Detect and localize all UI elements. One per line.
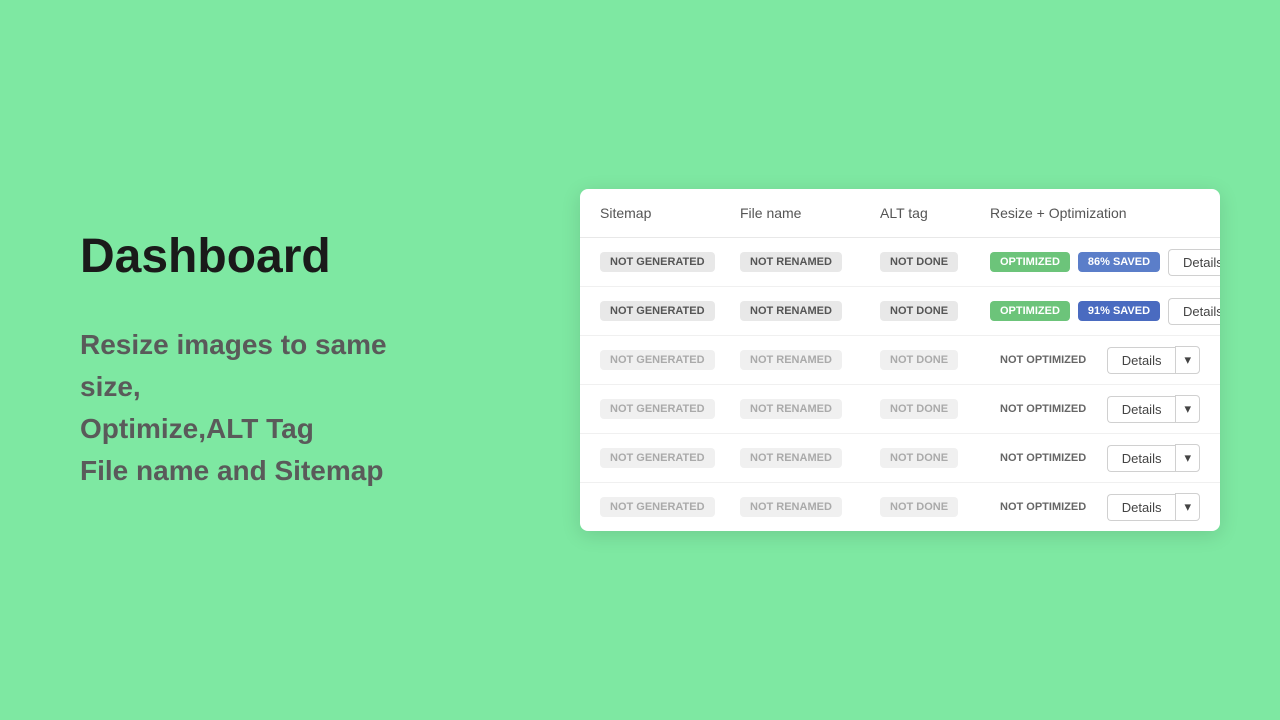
sitemap-cell: NOT GENERATED	[600, 399, 740, 419]
optimization-cell: NOT OPTIMIZED Details ▾	[990, 395, 1200, 423]
optimized-badge: OPTIMIZED	[990, 252, 1070, 272]
col-header-optimization: Resize + Optimization	[990, 205, 1200, 221]
sitemap-badge: NOT GENERATED	[600, 448, 715, 468]
col-header-alttag: ALT tag	[880, 205, 990, 221]
table-row: NOT GENERATED NOT RENAMED NOT DONE NOT O…	[580, 385, 1220, 434]
details-group: Details ▾	[1107, 493, 1200, 521]
not-optimized-badge: NOT OPTIMIZED	[990, 399, 1096, 419]
alttag-cell: NOT DONE	[880, 399, 990, 419]
filename-badge: NOT RENAMED	[740, 497, 842, 517]
alttag-cell: NOT DONE	[880, 448, 990, 468]
details-dropdown-button[interactable]: ▾	[1175, 444, 1200, 472]
sitemap-cell: NOT GENERATED	[600, 350, 740, 370]
filename-cell: NOT RENAMED	[740, 448, 880, 468]
optimization-cell: OPTIMIZED 91% SAVED Details ▾	[990, 297, 1220, 325]
subtitle-line2: Optimize,ALT Tag	[80, 413, 314, 444]
filename-cell: NOT RENAMED	[740, 350, 880, 370]
filename-cell: NOT RENAMED	[740, 399, 880, 419]
sitemap-cell: NOT GENERATED	[600, 301, 740, 321]
sitemap-badge: NOT GENERATED	[600, 350, 715, 370]
filename-badge: NOT RENAMED	[740, 252, 842, 272]
alttag-cell: NOT DONE	[880, 301, 990, 321]
table-row: NOT GENERATED NOT RENAMED NOT DONE NOT O…	[580, 336, 1220, 385]
optimized-badge: OPTIMIZED	[990, 301, 1070, 321]
alttag-cell: NOT DONE	[880, 497, 990, 517]
filename-badge: NOT RENAMED	[740, 301, 842, 321]
filename-badge: NOT RENAMED	[740, 350, 842, 370]
saved-badge: 86% SAVED	[1078, 252, 1160, 272]
details-group: Details ▾	[1107, 395, 1200, 423]
col-header-filename: File name	[740, 205, 880, 221]
details-dropdown-button[interactable]: ▾	[1175, 346, 1200, 374]
details-dropdown-button[interactable]: ▾	[1175, 493, 1200, 521]
table-row: NOT GENERATED NOT RENAMED NOT DONE NOT O…	[580, 483, 1220, 531]
filename-cell: NOT RENAMED	[740, 252, 880, 272]
details-button[interactable]: Details	[1107, 445, 1176, 472]
alttag-badge: NOT DONE	[880, 448, 958, 468]
details-group: Details ▾	[1107, 346, 1200, 374]
details-group: Details ▾	[1107, 444, 1200, 472]
dashboard-subtitle: Resize images to same size, Optimize,ALT…	[80, 324, 440, 492]
alttag-cell: NOT DONE	[880, 252, 990, 272]
details-group: Details ▾	[1168, 248, 1220, 276]
sitemap-cell: NOT GENERATED	[600, 448, 740, 468]
details-button[interactable]: Details	[1168, 249, 1220, 276]
page-title: Dashboard	[80, 229, 440, 284]
sitemap-badge: NOT GENERATED	[600, 301, 715, 321]
details-button[interactable]: Details	[1168, 298, 1220, 325]
col-header-sitemap: Sitemap	[600, 205, 740, 221]
filename-badge: NOT RENAMED	[740, 448, 842, 468]
subtitle-line1: Resize images to same size,	[80, 329, 387, 402]
filename-cell: NOT RENAMED	[740, 301, 880, 321]
alttag-badge: NOT DONE	[880, 399, 958, 419]
optimization-cell: NOT OPTIMIZED Details ▾	[990, 444, 1200, 472]
optimization-cell: NOT OPTIMIZED Details ▾	[990, 493, 1200, 521]
filename-cell: NOT RENAMED	[740, 497, 880, 517]
details-button[interactable]: Details	[1107, 347, 1176, 374]
alttag-badge: NOT DONE	[880, 350, 958, 370]
sitemap-cell: NOT GENERATED	[600, 497, 740, 517]
left-panel: Dashboard Resize images to same size, Op…	[0, 169, 520, 552]
filename-badge: NOT RENAMED	[740, 399, 842, 419]
right-panel: Sitemap File name ALT tag Resize + Optim…	[520, 169, 1280, 551]
alttag-badge: NOT DONE	[880, 497, 958, 517]
not-optimized-badge: NOT OPTIMIZED	[990, 448, 1096, 468]
table-row: NOT GENERATED NOT RENAMED NOT DONE OPTIM…	[580, 287, 1220, 336]
table-row: NOT GENERATED NOT RENAMED NOT DONE OPTIM…	[580, 238, 1220, 287]
details-dropdown-button[interactable]: ▾	[1175, 395, 1200, 423]
sitemap-badge: NOT GENERATED	[600, 252, 715, 272]
not-optimized-badge: NOT OPTIMIZED	[990, 497, 1096, 517]
optimization-cell: OPTIMIZED 86% SAVED Details ▾	[990, 248, 1220, 276]
data-table: Sitemap File name ALT tag Resize + Optim…	[580, 189, 1220, 531]
alttag-badge: NOT DONE	[880, 252, 958, 272]
sitemap-cell: NOT GENERATED	[600, 252, 740, 272]
optimization-cell: NOT OPTIMIZED Details ▾	[990, 346, 1200, 374]
details-button[interactable]: Details	[1107, 494, 1176, 521]
details-group: Details ▾	[1168, 297, 1220, 325]
saved-badge: 91% SAVED	[1078, 301, 1160, 321]
alttag-cell: NOT DONE	[880, 350, 990, 370]
not-optimized-badge: NOT OPTIMIZED	[990, 350, 1096, 370]
table-row: NOT GENERATED NOT RENAMED NOT DONE NOT O…	[580, 434, 1220, 483]
subtitle-line3: File name and Sitemap	[80, 455, 383, 486]
sitemap-badge: NOT GENERATED	[600, 399, 715, 419]
sitemap-badge: NOT GENERATED	[600, 497, 715, 517]
alttag-badge: NOT DONE	[880, 301, 958, 321]
details-button[interactable]: Details	[1107, 396, 1176, 423]
table-header: Sitemap File name ALT tag Resize + Optim…	[580, 189, 1220, 238]
